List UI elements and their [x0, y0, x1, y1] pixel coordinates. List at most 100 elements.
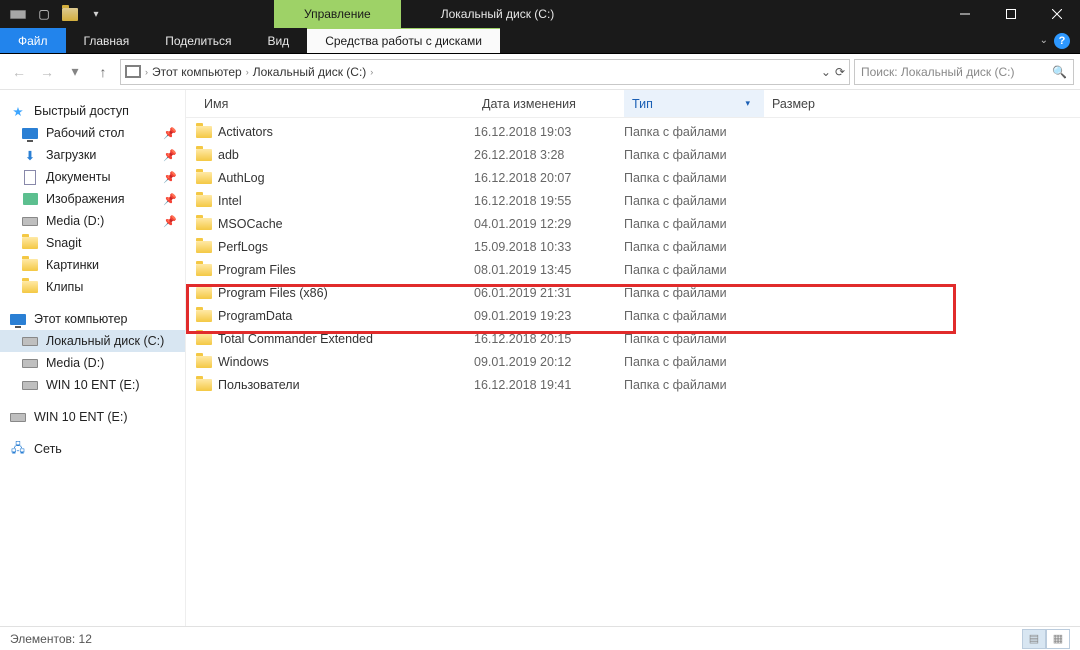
ribbon-expand-icon[interactable]: ⌄ — [1040, 35, 1048, 46]
refresh-icon[interactable]: ⟳ — [835, 65, 845, 79]
file-type: Папка с файлами — [624, 286, 764, 300]
qat-customize-icon[interactable]: ▾ — [86, 4, 106, 24]
breadcrumb-local-disk[interactable]: Локальный диск (C:) — [253, 65, 367, 79]
drive-icon — [125, 65, 141, 78]
table-row[interactable]: AuthLog16.12.2018 20:07Папка с файлами — [186, 166, 1080, 189]
document-icon — [24, 170, 36, 185]
sidebar-clips[interactable]: Клипы — [0, 276, 185, 298]
sidebar-win10-e[interactable]: WIN 10 ENT (E:) — [0, 374, 185, 396]
file-date: 16.12.2018 20:07 — [474, 171, 624, 185]
table-row[interactable]: PerfLogs 15.09.2018 10:33Папка с файлами — [186, 235, 1080, 258]
table-row[interactable]: ProgramData09.01.2019 19:23Папка с файла… — [186, 304, 1080, 327]
nav-forward-button[interactable]: → — [34, 59, 60, 85]
sidebar-desktop[interactable]: Рабочий стол📌 — [0, 122, 185, 144]
sidebar-documents[interactable]: Документы📌 — [0, 166, 185, 188]
title-bar: ▢ ▾ Управление Локальный диск (C:) — [0, 0, 1080, 28]
chevron-down-icon: ▾ — [745, 98, 756, 109]
view-icons-button[interactable]: ▦ — [1046, 629, 1070, 649]
file-date: 09.01.2019 19:23 — [474, 309, 624, 323]
file-date: 15.09.2018 10:33 — [474, 240, 624, 254]
chevron-right-icon[interactable]: › — [145, 67, 148, 77]
chevron-right-icon[interactable]: › — [370, 67, 373, 77]
star-icon: ★ — [10, 103, 26, 119]
qat-properties-icon[interactable]: ▢ — [34, 4, 54, 24]
table-row[interactable]: Intel16.12.2018 19:55Папка с файлами — [186, 189, 1080, 212]
ribbon-tab-share[interactable]: Поделиться — [147, 28, 249, 53]
status-bar: Элементов: 12 ▤ ▦ — [0, 626, 1080, 650]
computer-icon — [10, 314, 26, 325]
table-row[interactable]: Total Commander Extended 16.12.2018 20:15… — [186, 327, 1080, 350]
navigation-bar: ← → ▾ ↑ › Этот компьютер › Локальный дис… — [0, 54, 1080, 90]
pin-icon: 📌 — [163, 171, 177, 184]
table-row[interactable]: Пользователи16.12.2018 19:41Папка с файл… — [186, 373, 1080, 396]
sidebar-pictures[interactable]: Изображения📌 — [0, 188, 185, 210]
table-row[interactable]: Program Files (x86)06.01.2019 21:31Папка… — [186, 281, 1080, 304]
file-type: Папка с файлами — [624, 240, 764, 254]
sidebar-network[interactable]: 🖧Сеть — [0, 438, 185, 460]
sidebar-snagit[interactable]: Snagit — [0, 232, 185, 254]
folder-icon — [196, 310, 212, 322]
file-type: Папка с файлами — [624, 309, 764, 323]
help-button[interactable]: ? — [1054, 33, 1070, 49]
file-name: PerfLogs — [218, 240, 268, 254]
pin-icon: 📌 — [163, 193, 177, 206]
contextual-tab[interactable]: Управление — [274, 0, 401, 28]
contextual-tab-label: Управление — [304, 7, 371, 21]
table-row[interactable]: Activators16.12.2018 19:03Папка с файлам… — [186, 120, 1080, 143]
table-row[interactable]: Windows09.01.2019 20:12Папка с файлами — [186, 350, 1080, 373]
folder-icon — [196, 356, 212, 368]
nav-history-button[interactable]: ▾ — [62, 59, 88, 85]
maximize-button[interactable] — [988, 0, 1034, 28]
address-dropdown-icon[interactable]: ⌄ — [821, 65, 831, 79]
column-type[interactable]: Тип▾ — [624, 90, 764, 117]
view-details-button[interactable]: ▤ — [1022, 629, 1046, 649]
qat-newfolder-icon[interactable] — [60, 4, 80, 24]
sidebar-local-disk-c[interactable]: Локальный диск (C:) — [0, 330, 185, 352]
pin-icon: 📌 — [163, 215, 177, 228]
nav-back-button[interactable]: ← — [6, 59, 32, 85]
file-type: Папка с файлами — [624, 332, 764, 346]
navigation-pane: ★ Быстрый доступ Рабочий стол📌 ⬇Загрузки… — [0, 90, 186, 626]
table-row[interactable]: adb26.12.2018 3:28Папка с файлами — [186, 143, 1080, 166]
main-area: ★ Быстрый доступ Рабочий стол📌 ⬇Загрузки… — [0, 90, 1080, 626]
close-button[interactable] — [1034, 0, 1080, 28]
file-date: 26.12.2018 3:28 — [474, 148, 624, 162]
sidebar-media-d[interactable]: Media (D:)📌 — [0, 210, 185, 232]
drive-icon — [22, 337, 38, 346]
file-date: 16.12.2018 20:15 — [474, 332, 624, 346]
window-icon[interactable] — [8, 4, 28, 24]
sidebar-win10-e2[interactable]: WIN 10 ENT (E:) — [0, 406, 185, 428]
file-name: Total Commander Extended — [218, 332, 373, 346]
chevron-right-icon[interactable]: › — [246, 67, 249, 77]
file-name: Activators — [218, 125, 273, 139]
file-date: 08.01.2019 13:45 — [474, 263, 624, 277]
sidebar-media-d2[interactable]: Media (D:) — [0, 352, 185, 374]
file-name: Intel — [218, 194, 242, 208]
ribbon-tab-drive-tools[interactable]: Средства работы с дисками — [307, 28, 500, 53]
sidebar-pictures2[interactable]: Картинки — [0, 254, 185, 276]
file-date: 06.01.2019 21:31 — [474, 286, 624, 300]
column-size[interactable]: Размер — [764, 97, 844, 111]
minimize-button[interactable] — [942, 0, 988, 28]
ribbon-tab-home[interactable]: Главная — [66, 28, 148, 53]
minimize-icon — [960, 9, 970, 19]
file-type: Папка с файлами — [624, 148, 764, 162]
file-name: MSOCache — [218, 217, 283, 231]
folder-icon — [196, 287, 212, 299]
breadcrumb-this-pc[interactable]: Этот компьютер — [152, 65, 242, 79]
sidebar-this-pc[interactable]: Этот компьютер — [0, 308, 185, 330]
search-input[interactable]: Поиск: Локальный диск (C:) 🔍 — [854, 59, 1074, 85]
sidebar-quick-access[interactable]: ★ Быстрый доступ — [0, 100, 185, 122]
ribbon-file-tab[interactable]: Файл — [0, 28, 66, 53]
table-row[interactable]: MSOCache04.01.2019 12:29Папка с файлами — [186, 212, 1080, 235]
table-row[interactable]: Program Files08.01.2019 13:45Папка с фай… — [186, 258, 1080, 281]
download-icon: ⬇ — [22, 147, 38, 163]
file-type: Папка с файлами — [624, 125, 764, 139]
folder-icon — [196, 195, 212, 207]
address-bar[interactable]: › Этот компьютер › Локальный диск (C:) ›… — [120, 59, 850, 85]
ribbon-tab-view[interactable]: Вид — [249, 28, 307, 53]
column-date[interactable]: Дата изменения — [474, 97, 624, 111]
sidebar-downloads[interactable]: ⬇Загрузки📌 — [0, 144, 185, 166]
column-name[interactable]: Имя — [196, 97, 474, 111]
nav-up-button[interactable]: ↑ — [90, 59, 116, 85]
